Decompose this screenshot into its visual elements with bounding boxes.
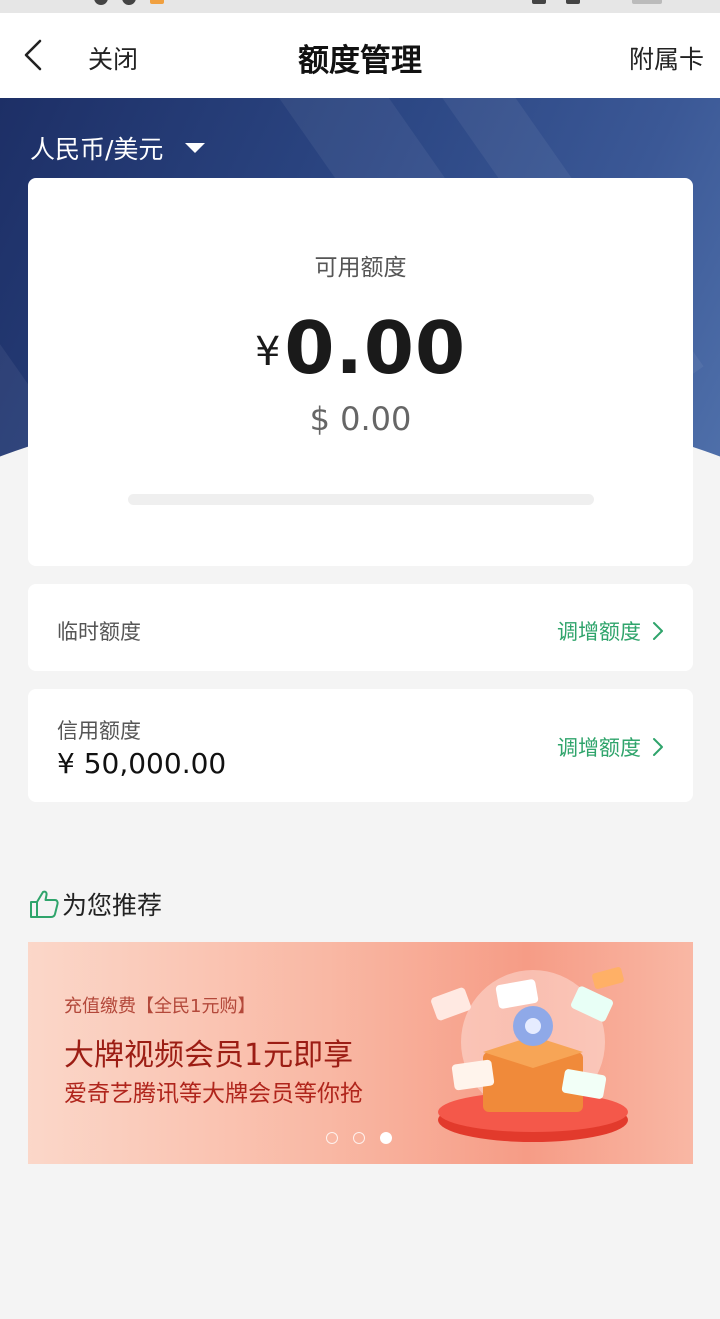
thumbs-up-icon (30, 890, 59, 918)
banner-headline: 大牌视频会员1元即享 (64, 1038, 354, 1073)
battery-icon (632, 0, 662, 4)
nav-bar: 关闭 额度管理 附属卡 (0, 13, 720, 98)
cny-symbol: ¥ (254, 329, 281, 375)
banner-tag: 充值缴费【全民1元购】 (64, 996, 256, 1017)
supplementary-card-button[interactable]: 附属卡 (629, 40, 704, 76)
chevron-right-icon (653, 738, 663, 756)
available-credit-label: 可用额度 (314, 255, 407, 281)
temporary-increase-label: 调增额度 (557, 620, 641, 644)
banner-page-dot[interactable] (380, 1132, 392, 1144)
available-credit-card: 可用额度 ¥0.00 $ 0.00 (28, 178, 693, 566)
credit-increase-label: 调增额度 (557, 736, 641, 760)
status-icon (122, 0, 136, 5)
banner-subline: 爱奇艺腾讯等大牌会员等你抢 (64, 1081, 363, 1107)
promo-banner[interactable]: 充值缴费【全民1元购】 大牌视频会员1元即享 爱奇艺腾讯等大牌会员等你抢 (28, 942, 693, 1164)
signal-icon (532, 0, 546, 4)
temporary-credit-row[interactable]: 临时额度 调增额度 (28, 584, 693, 671)
credit-limit-label: 信用额度 (57, 719, 141, 743)
credit-limit-row[interactable]: 信用额度 ¥ 50,000.00 调增额度 (28, 689, 693, 802)
currency-selector[interactable]: 人民币/美元 (30, 130, 206, 166)
temporary-increase-button[interactable]: 调增额度 (557, 616, 665, 646)
credit-limit-value: ¥ 50,000.00 (57, 747, 227, 780)
gift-box-illustration (431, 967, 628, 1142)
signal-icon (566, 0, 580, 4)
status-bar (0, 0, 720, 13)
recommend-title: 为您推荐 (62, 891, 163, 920)
temporary-credit-label: 临时额度 (57, 620, 141, 644)
recommend-heading: 为您推荐 (28, 886, 162, 922)
currency-selector-label: 人民币/美元 (30, 135, 164, 164)
chevron-right-icon (653, 622, 663, 640)
credit-usage-bar (128, 494, 594, 505)
caret-down-icon (185, 143, 206, 153)
banner-page-dot[interactable] (326, 1132, 338, 1144)
cny-amount: 0.00 (284, 306, 467, 390)
notification-icon (150, 0, 164, 4)
status-icon (94, 0, 108, 5)
banner-page-dot[interactable] (353, 1132, 365, 1144)
page-title: 额度管理 (298, 43, 422, 79)
banner-pagination (326, 1132, 407, 1144)
available-credit-cny: ¥0.00 (28, 306, 693, 390)
available-credit-usd: $ 0.00 (309, 400, 412, 438)
credit-increase-button[interactable]: 调增额度 (557, 732, 665, 762)
